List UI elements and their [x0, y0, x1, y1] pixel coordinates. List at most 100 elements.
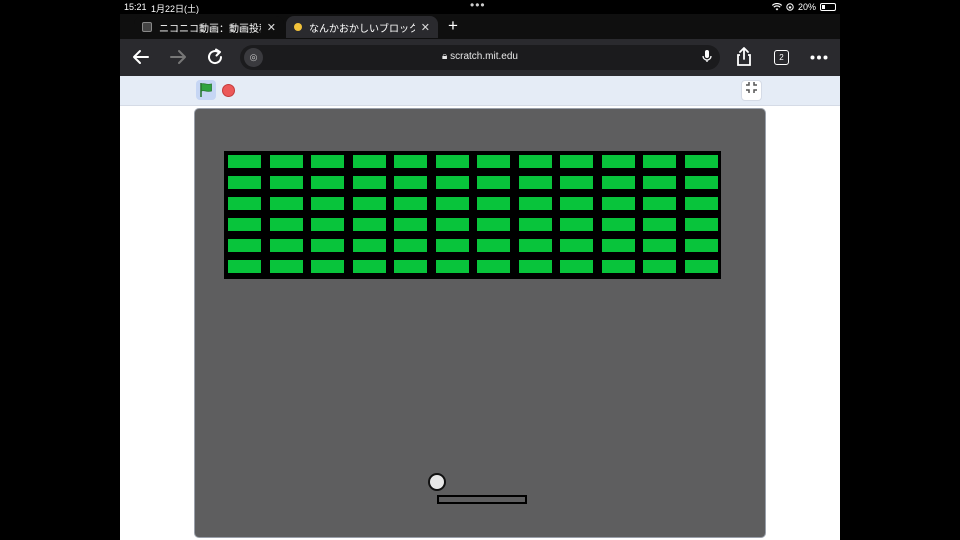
- multitasking-dots-icon[interactable]: •••: [470, 0, 486, 12]
- share-icon[interactable]: [736, 47, 752, 67]
- brick: [601, 218, 635, 231]
- stop-button[interactable]: [222, 84, 235, 97]
- brick: [394, 176, 427, 189]
- tab-title: なんかおかしいブロック崩し: [309, 23, 415, 35]
- brick: [311, 239, 344, 252]
- page-content: [120, 76, 840, 540]
- microphone-icon[interactable]: [702, 49, 712, 63]
- game-stage[interactable]: [194, 108, 766, 538]
- brick: [394, 197, 427, 210]
- brick: [435, 155, 469, 168]
- brick: [643, 260, 676, 273]
- brick: [352, 239, 386, 252]
- forward-arrow-icon[interactable]: [169, 48, 187, 66]
- scratch-favicon-icon: [294, 23, 302, 31]
- plus-icon[interactable]: +: [448, 16, 458, 36]
- browser-toolbar: ◎ 🔒︎ scratch.mit.edu 2: [120, 39, 840, 76]
- brick: [352, 155, 386, 168]
- brick: [269, 176, 303, 189]
- tab-niconico[interactable]: ニコニコ動画：動画投稿 ✕: [134, 16, 284, 38]
- brick: [228, 155, 261, 168]
- brick: [560, 260, 593, 273]
- brick: [394, 239, 427, 252]
- brick: [477, 197, 510, 210]
- back-arrow-icon[interactable]: [132, 48, 150, 66]
- brick: [560, 155, 593, 168]
- brick: [518, 176, 552, 189]
- address-bar[interactable]: ◎ 🔒︎ scratch.mit.edu: [240, 45, 720, 70]
- brick: [643, 218, 676, 231]
- brick: [477, 155, 510, 168]
- brick: [352, 197, 386, 210]
- brick: [560, 197, 593, 210]
- brick: [228, 239, 261, 252]
- brick: [269, 260, 303, 273]
- brick: [477, 176, 510, 189]
- wifi-icon: [771, 3, 782, 11]
- brick: [228, 197, 261, 210]
- brick: [560, 239, 593, 252]
- brick: [477, 239, 510, 252]
- battery-icon: [820, 3, 836, 11]
- niconico-favicon-icon: [142, 22, 152, 32]
- brick: [684, 197, 718, 210]
- brick: [394, 218, 427, 231]
- brick: [601, 155, 635, 168]
- green-flag-button[interactable]: [196, 80, 216, 100]
- brick: [560, 176, 593, 189]
- brick: [228, 176, 261, 189]
- close-tab-icon[interactable]: ✕: [267, 21, 276, 34]
- brick: [435, 260, 469, 273]
- brick: [228, 218, 261, 231]
- brick: [477, 218, 510, 231]
- brick-wall: [224, 151, 721, 279]
- close-tab-icon[interactable]: ✕: [421, 21, 430, 34]
- brick: [269, 197, 303, 210]
- system-icons: 20%: [771, 2, 836, 12]
- tab-switcher-button[interactable]: 2: [774, 50, 789, 65]
- reload-icon[interactable]: [206, 48, 224, 66]
- url-value: scratch.mit.edu: [450, 51, 518, 62]
- brick: [311, 176, 344, 189]
- paddle[interactable]: [437, 495, 527, 504]
- brick: [435, 239, 469, 252]
- brick: [518, 218, 552, 231]
- brick: [311, 155, 344, 168]
- orientation-lock-icon: [786, 3, 794, 11]
- brick: [518, 155, 552, 168]
- tab-title: ニコニコ動画：動画投稿: [159, 23, 261, 35]
- brick: [601, 176, 635, 189]
- brick: [311, 260, 344, 273]
- more-icon[interactable]: [810, 55, 828, 60]
- brick: [311, 218, 344, 231]
- brick: [394, 260, 427, 273]
- brick: [643, 176, 676, 189]
- url-text: 🔒︎ scratch.mit.edu: [240, 51, 720, 62]
- status-time: 15:21: [124, 2, 147, 12]
- brick: [643, 239, 676, 252]
- tab-scratch-project[interactable]: なんかおかしいブロック崩し ✕: [286, 16, 438, 38]
- brick: [311, 197, 344, 210]
- brick: [601, 197, 635, 210]
- brick: [518, 260, 552, 273]
- brick: [394, 155, 427, 168]
- exit-fullscreen-icon: [746, 82, 757, 93]
- brick: [228, 260, 261, 273]
- brick: [352, 260, 386, 273]
- brick: [269, 218, 303, 231]
- brick: [684, 218, 718, 231]
- brick: [435, 176, 469, 189]
- scratch-player-controls: [120, 76, 840, 106]
- brick: [684, 155, 718, 168]
- brick: [643, 197, 676, 210]
- green-flag-icon: [200, 83, 212, 97]
- brick: [352, 176, 386, 189]
- brick: [684, 260, 718, 273]
- brick: [269, 239, 303, 252]
- ball: [428, 473, 446, 491]
- brick: [352, 218, 386, 231]
- brick: [560, 218, 593, 231]
- brick: [435, 197, 469, 210]
- exit-fullscreen-button[interactable]: [741, 80, 762, 101]
- brick: [601, 239, 635, 252]
